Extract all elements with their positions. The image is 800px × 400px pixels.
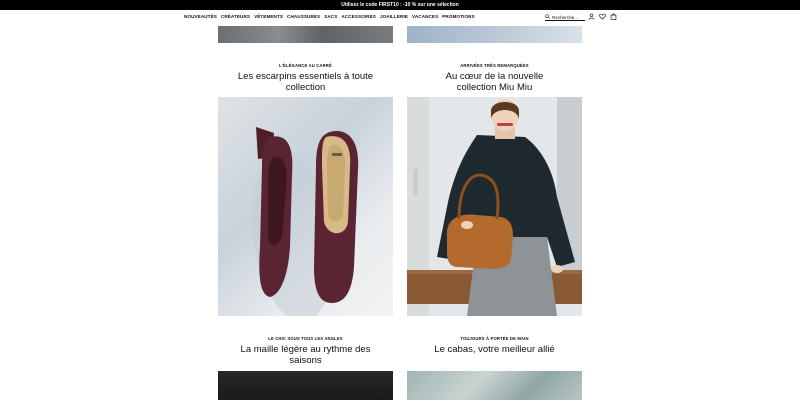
nav-link-vetements[interactable]: VÊTEMENTS bbox=[254, 14, 283, 19]
knitwear-image[interactable] bbox=[218, 371, 393, 400]
search-input[interactable] bbox=[552, 14, 584, 20]
editorial-image[interactable] bbox=[407, 26, 582, 43]
shopping-bag-icon[interactable] bbox=[610, 13, 617, 20]
shoes-product-image[interactable] bbox=[218, 97, 393, 316]
search-box[interactable] bbox=[545, 14, 585, 21]
heart-icon[interactable] bbox=[599, 13, 606, 20]
card-title[interactable]: Le cabas, votre meilleur allié bbox=[407, 344, 582, 355]
nav-links: NOUVEAUTÉS CRÉATEURS VÊTEMENTS CHAUSSURE… bbox=[184, 14, 475, 19]
nav-link-vacances[interactable]: VACANCES bbox=[412, 14, 438, 19]
nav-link-sacs[interactable]: SACS bbox=[324, 14, 337, 19]
nav-link-nouveautes[interactable]: NOUVEAUTÉS bbox=[184, 14, 217, 19]
card-title[interactable]: Au cœur de la nouvelle collection Miu Mi… bbox=[425, 71, 564, 93]
user-icon[interactable] bbox=[588, 13, 595, 20]
tote-bag-image[interactable] bbox=[407, 371, 582, 400]
promo-banner[interactable]: Utilisez le code FIRST10 : -10 % sur une… bbox=[0, 0, 800, 10]
card-kicker: L'ÉLÉGANCE AU CARRÉ bbox=[279, 63, 332, 68]
nav-link-chaussures[interactable]: CHAUSSURES bbox=[287, 14, 320, 19]
card-kicker: TOUJOURS À PORTÉE DE MAIN bbox=[460, 336, 529, 341]
nav-link-joaillerie[interactable]: JOAILLERIE bbox=[380, 14, 408, 19]
search-icon bbox=[545, 14, 550, 20]
editorial-image[interactable] bbox=[218, 26, 393, 43]
main-navigation: NOUVEAUTÉS CRÉATEURS VÊTEMENTS CHAUSSURE… bbox=[0, 10, 800, 26]
card-kicker: ARRIVÉES TRÈS REMARQUÉES bbox=[460, 63, 529, 68]
nav-link-createurs[interactable]: CRÉATEURS bbox=[221, 14, 250, 19]
card-title[interactable]: Les escarpins essentiels à toute collect… bbox=[236, 71, 375, 93]
nav-link-accessoires[interactable]: ACCESSOIRES bbox=[341, 14, 376, 19]
nav-icons bbox=[588, 13, 617, 20]
model-with-bag-image[interactable] bbox=[407, 97, 582, 316]
card-kicker: LE CHIC SOUS TOUS LES ANGLES bbox=[268, 336, 343, 341]
card-title[interactable]: La maille légère au rythme des saisons bbox=[236, 344, 375, 366]
nav-link-promotions[interactable]: PROMOTIONS bbox=[442, 14, 474, 19]
